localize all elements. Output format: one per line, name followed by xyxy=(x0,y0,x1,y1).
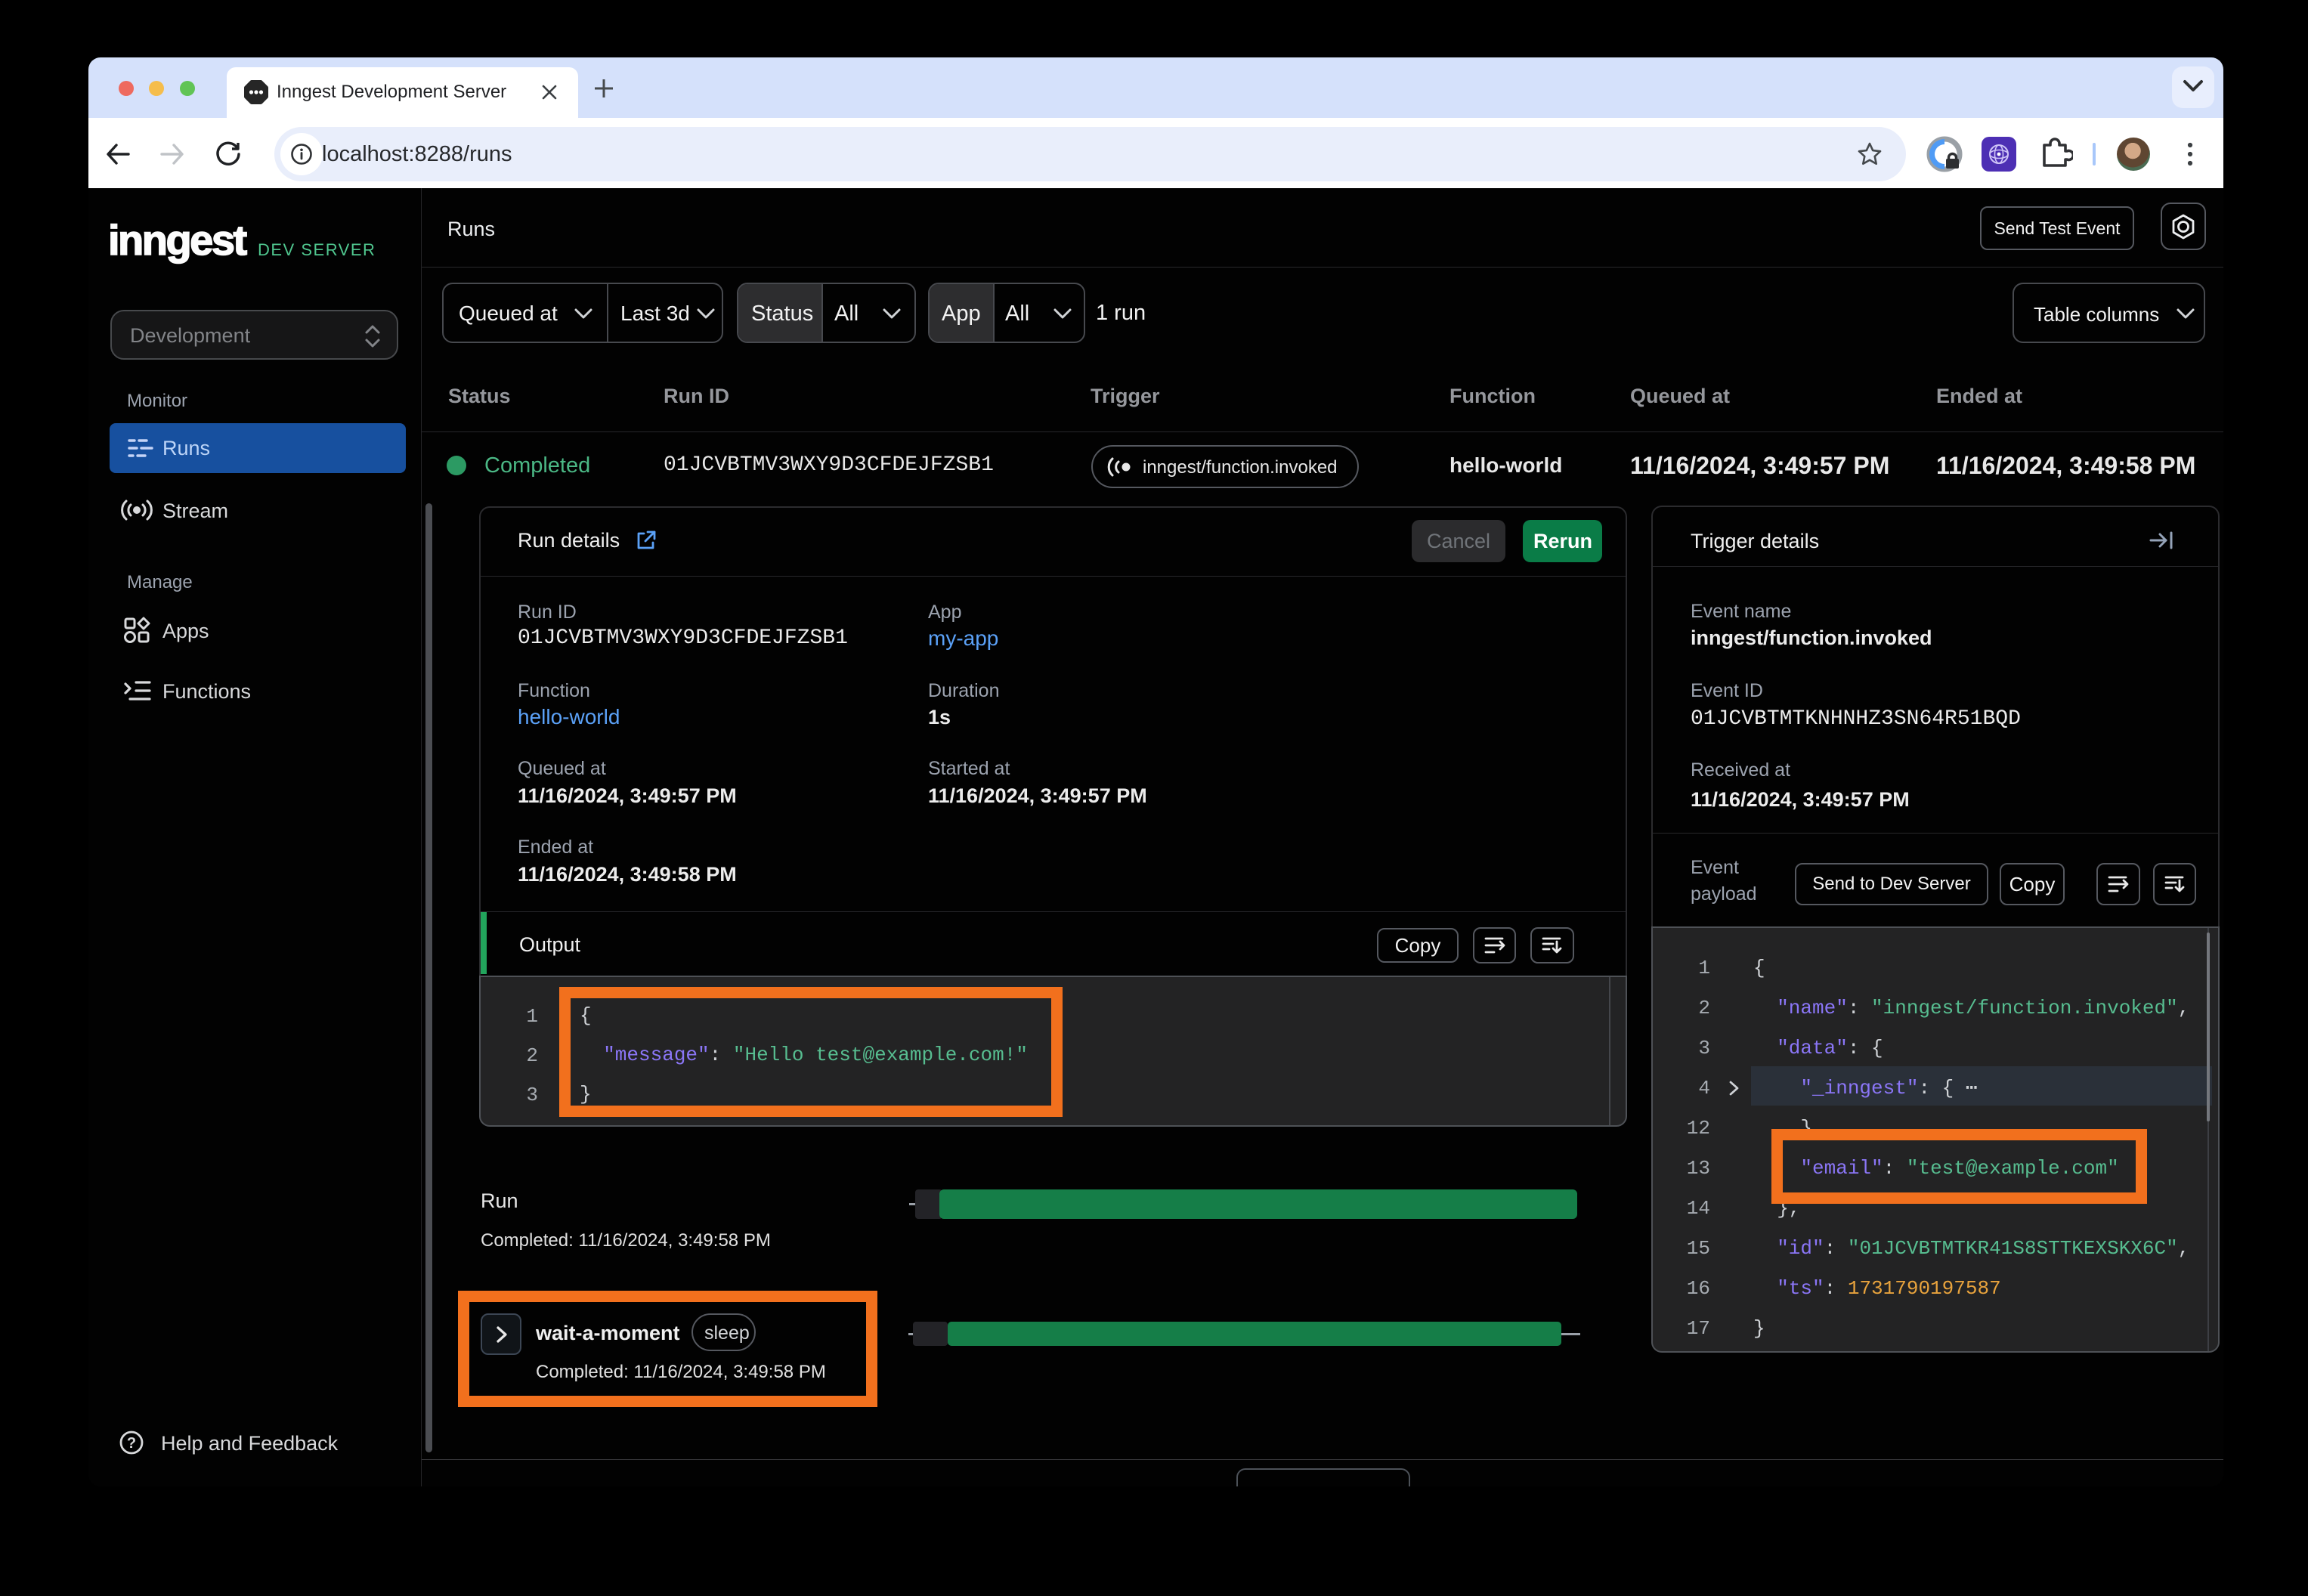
svg-text:?: ? xyxy=(127,1435,136,1452)
